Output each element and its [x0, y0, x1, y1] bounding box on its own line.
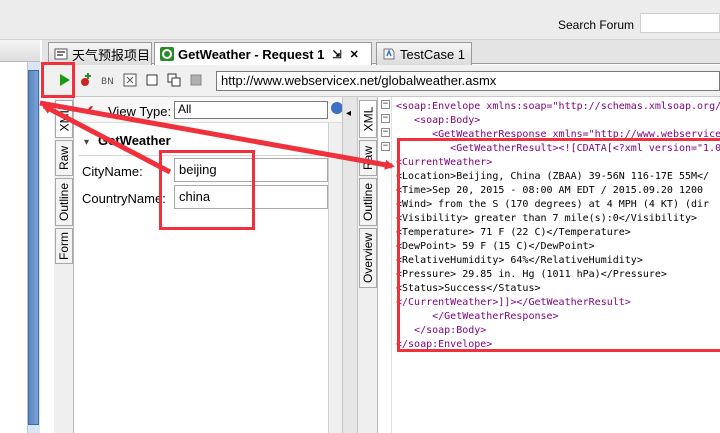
fold-toggle-icon[interactable]: −: [381, 142, 390, 151]
countryname-label: CountryName:: [82, 191, 166, 206]
detach-tab-icon[interactable]: ⇲: [332, 48, 341, 61]
navigator-header: [0, 40, 40, 62]
search-forum-label: Search Forum: [557, 18, 634, 32]
request-tab-xml[interactable]: XML: [55, 100, 73, 138]
request-tab-raw[interactable]: Raw: [55, 140, 73, 176]
view-type-select[interactable]: All: [174, 101, 328, 119]
fold-toggle-icon[interactable]: −: [381, 100, 390, 109]
svg-text:BN: BN: [101, 77, 114, 87]
tab-label: TestCase 1: [400, 46, 466, 62]
fold-toggle-icon[interactable]: −: [381, 128, 390, 137]
tab-label: 天气预报项目: [72, 47, 151, 63]
encode-icon[interactable]: BN: [100, 72, 116, 88]
run-button-highlight: [41, 62, 75, 98]
response-tab-raw[interactable]: Raw: [359, 140, 377, 176]
stop-icon[interactable]: [188, 72, 204, 88]
search-forum-input[interactable]: [640, 13, 720, 33]
xml-line: <soap:Body>: [396, 115, 481, 126]
soap-request-icon: [160, 47, 174, 61]
view-type-label: View Type:: [108, 104, 172, 119]
panel-splitter[interactable]: [342, 97, 358, 433]
response-tab-overview[interactable]: Overview: [359, 228, 377, 288]
response-tab-xml[interactable]: XML: [359, 100, 377, 138]
collapse-icon[interactable]: ▾: [84, 137, 89, 148]
new-window-icon[interactable]: [144, 72, 160, 88]
tab-getweather-request[interactable]: GetWeather - Request 1 ⇲ ✕: [154, 42, 372, 65]
request-tab-outline[interactable]: Outline: [55, 178, 73, 226]
request-scrollbar[interactable]: [328, 123, 342, 433]
navigator-scroll-thumb[interactable]: [28, 70, 39, 425]
clone-icon[interactable]: [166, 72, 182, 88]
close-tab-icon[interactable]: ✕: [350, 48, 359, 61]
response-tab-outline[interactable]: Outline: [359, 178, 377, 226]
testcase-icon: [382, 47, 396, 61]
tab-label: GetWeather - Request 1: [178, 46, 325, 62]
add-assertion-icon[interactable]: [78, 72, 94, 88]
fold-toggle-icon[interactable]: −: [381, 114, 390, 123]
request-tab-form[interactable]: Form: [55, 228, 73, 264]
cityname-label: CityName:: [82, 164, 143, 179]
validate-check-icon[interactable]: ✔: [84, 103, 94, 117]
result-highlight: [397, 138, 720, 352]
endpoint-url-field[interactable]: http://www.webservicex.net/globalweather…: [216, 71, 720, 91]
format-icon[interactable]: [122, 72, 138, 88]
tab-testcase[interactable]: TestCase 1: [376, 42, 472, 65]
input-fields-highlight: [159, 150, 255, 230]
project-icon: [54, 47, 68, 61]
xml-line: <soap:Envelope xmlns:soap="http://schema…: [396, 101, 720, 112]
collapse-left-arrow-icon[interactable]: ◂: [346, 108, 351, 119]
